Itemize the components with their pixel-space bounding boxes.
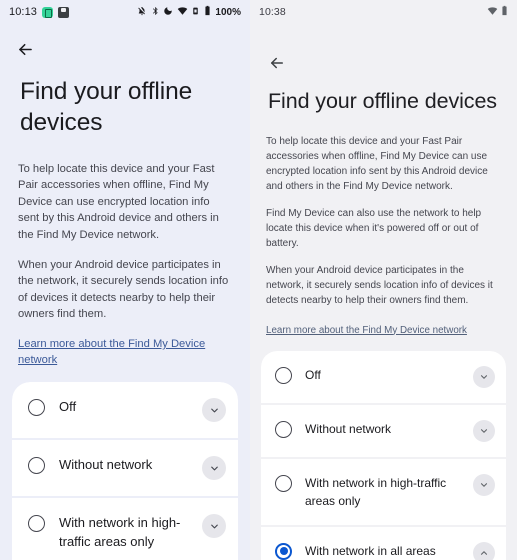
option-text-group: Off [305, 366, 460, 384]
radio-button[interactable] [28, 457, 45, 475]
option-row-off[interactable]: Off [12, 382, 238, 439]
page-title: Find your offline devices [268, 89, 497, 113]
wifi-icon [487, 3, 498, 21]
option-label: With network in high-traffic areas only [305, 475, 447, 508]
radio-button[interactable] [275, 420, 292, 438]
option-card-list-right: Off Without network With network in high… [261, 350, 506, 560]
battery-icon [501, 3, 508, 21]
radio-button[interactable] [28, 399, 45, 417]
battery-icon [204, 3, 211, 21]
do-not-disturb-moon-icon [163, 3, 173, 21]
battery-percent-label: 100% [215, 6, 241, 18]
status-bar-left: 10:13 100% [0, 0, 250, 24]
option-text-group: With network in all areas Locate using s… [305, 542, 460, 560]
description-paragraph: Find My Device can also use the network … [266, 207, 482, 249]
radio-button[interactable] [275, 474, 292, 492]
option-row-high-traffic[interactable]: With network in high-traffic areas only [261, 458, 506, 525]
radio-button[interactable] [275, 366, 292, 384]
status-bar-clock: 10:38 [259, 6, 286, 18]
vibrate-icon [191, 3, 200, 21]
top-app-bar-right [250, 24, 517, 74]
description-paragraph: To help locate this device and your Fast… [266, 135, 488, 192]
option-text-group: Off [59, 398, 188, 416]
page-title: Find your offline devices [20, 78, 193, 137]
option-label: With network in all areas [305, 543, 436, 558]
radio-button-selected[interactable] [275, 542, 292, 560]
chevron-down-icon[interactable] [473, 419, 495, 442]
back-button[interactable] [14, 38, 36, 60]
left-phone-screen: 10:13 100% Find your offline devices To … [0, 0, 250, 560]
option-row-without-network[interactable]: Without network [261, 404, 506, 457]
dual-screenshot-comparison: 10:13 100% Find your offline devices To … [0, 0, 517, 560]
top-app-bar-left [0, 24, 250, 60]
option-text-group: Without network [305, 420, 460, 438]
description-paragraph: When your Android device participates in… [18, 258, 229, 321]
chevron-down-icon[interactable] [202, 514, 226, 539]
back-button[interactable] [266, 52, 288, 74]
radio-button[interactable] [28, 515, 45, 533]
description-block-left: To help locate this device and your Fast… [0, 139, 250, 369]
option-row-without-network[interactable]: Without network [12, 440, 238, 497]
option-text-group: With network in high-traffic areas only [59, 514, 188, 551]
chevron-down-icon[interactable] [202, 456, 226, 481]
notification-muted-icon [137, 3, 147, 21]
option-label: With network in high-traffic areas only [59, 515, 181, 549]
chevron-down-icon[interactable] [473, 473, 495, 496]
right-phone-screen: 10:38 Find your offline devices To help … [250, 0, 517, 560]
option-label: Without network [305, 421, 392, 436]
option-label: Off [305, 367, 321, 382]
wifi-icon [177, 3, 188, 21]
learn-more-link[interactable]: Learn more about the Find My Device netw… [18, 336, 232, 368]
learn-more-link[interactable]: Learn more about the Find My Device netw… [266, 324, 467, 338]
chevron-down-icon[interactable] [473, 365, 495, 388]
option-row-off[interactable]: Off [261, 350, 506, 403]
option-row-all-areas[interactable]: With network in all areas Locate using s… [261, 526, 506, 560]
option-card-list-left: Off Without network With network in high… [12, 382, 238, 560]
status-bar-left-group: 10:38 [259, 6, 286, 18]
option-text-group: Without network [59, 456, 188, 474]
description-paragraph: To help locate this device and your Fast… [18, 162, 219, 242]
status-bar-right-group [487, 3, 509, 21]
description-block-right: To help locate this device and your Fast… [250, 116, 517, 338]
option-label: Off [59, 399, 77, 415]
green-app-badge-icon [42, 6, 54, 18]
description-paragraph: When your Android device participates in… [266, 264, 493, 306]
bluetooth-icon [151, 3, 160, 21]
chevron-down-icon[interactable] [202, 398, 226, 423]
option-text-group: With network in high-traffic areas only [305, 474, 460, 510]
status-bar-clock: 10:13 [9, 6, 38, 18]
option-label: Without network [59, 457, 153, 473]
dark-app-badge-icon [58, 6, 70, 18]
chevron-up-icon[interactable] [473, 541, 495, 560]
status-bar-right-group: 100% [137, 3, 241, 21]
status-bar-left-group: 10:13 [9, 6, 70, 18]
status-bar-right: 10:38 [250, 0, 517, 24]
option-row-high-traffic[interactable]: With network in high-traffic areas only [12, 498, 238, 560]
